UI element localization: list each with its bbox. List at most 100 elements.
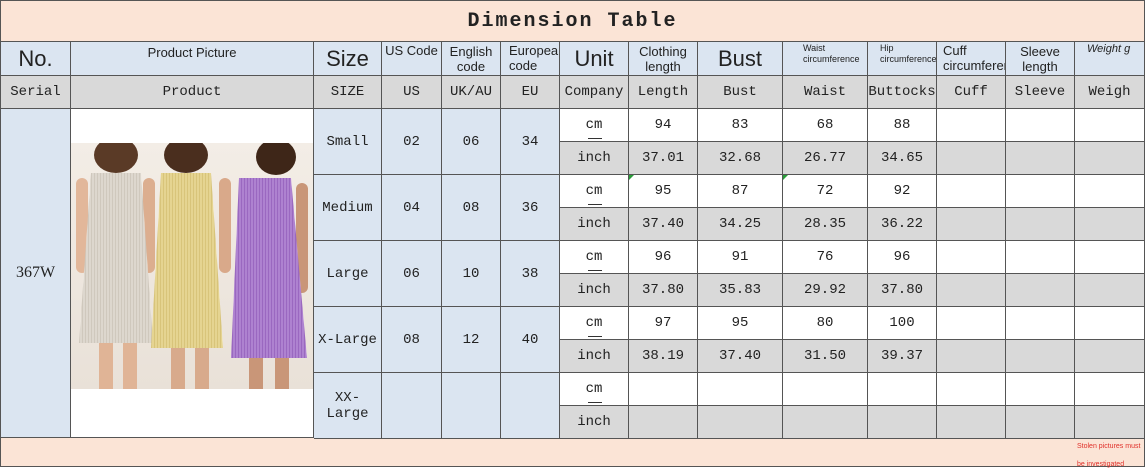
empty-cell — [1075, 142, 1145, 175]
cm-value: 96 — [629, 241, 698, 274]
footer-row — [0, 438, 1145, 467]
empty-cell — [937, 208, 1006, 241]
inch-value: 37.80 — [868, 274, 937, 307]
cm-value: 76 — [783, 241, 868, 274]
header-english-code: English code — [442, 42, 501, 76]
inch-value: 38.19 — [629, 340, 698, 373]
empty-cell — [937, 274, 1006, 307]
cm-value: 83 — [698, 109, 783, 142]
uk-size: 12 — [442, 307, 501, 373]
cm-value — [698, 373, 783, 406]
uk-size: 08 — [442, 175, 501, 241]
empty-cell — [1075, 340, 1145, 373]
us-size: 02 — [382, 109, 442, 175]
subheader-bust: Bust — [698, 76, 783, 109]
header-sleeve: Sleeve length — [1006, 42, 1075, 76]
cell-comment-marker — [629, 175, 634, 180]
subheader-weigh: Weigh — [1075, 76, 1145, 109]
subheader-sleeve: Sleeve — [1006, 76, 1075, 109]
cm-value: 80 — [783, 307, 868, 340]
empty-cell — [1006, 109, 1075, 142]
subheader-buttocks: Buttocks — [868, 76, 937, 109]
uk-size: 06 — [442, 109, 501, 175]
inch-value: 32.68 — [698, 142, 783, 175]
empty-cell — [937, 175, 1006, 208]
inch-value: 34.25 — [698, 208, 783, 241]
cm-underline-mark — [588, 138, 602, 139]
empty-cell — [1006, 175, 1075, 208]
size-label: X-Large — [314, 307, 382, 373]
empty-cell — [1075, 109, 1145, 142]
cm-value: 96 — [868, 241, 937, 274]
inch-value: 37.01 — [629, 142, 698, 175]
empty-cell — [1075, 175, 1145, 208]
eu-size: 34 — [501, 109, 560, 175]
empty-cell — [1006, 406, 1075, 439]
cm-value: 100 — [868, 307, 937, 340]
cm-underline-mark — [588, 336, 602, 337]
inch-value: 29.92 — [783, 274, 868, 307]
subheader-product: Product — [71, 76, 314, 109]
fringe-dress-image — [71, 143, 313, 389]
inch-value — [783, 406, 868, 439]
empty-cell — [1075, 373, 1145, 406]
serial-value: 367W — [0, 109, 71, 438]
size-label: XX-Large — [314, 373, 382, 439]
empty-cell — [1006, 241, 1075, 274]
empty-cell — [937, 241, 1006, 274]
header-size: Size — [314, 42, 382, 76]
inch-value: 35.83 — [698, 274, 783, 307]
cm-value — [783, 373, 868, 406]
cell-comment-marker — [783, 175, 788, 180]
us-size — [382, 373, 442, 439]
subheader-us: US — [382, 76, 442, 109]
unit-inch: inch — [560, 274, 629, 307]
cm-value: 88 — [868, 109, 937, 142]
inch-value: 39.37 — [868, 340, 937, 373]
empty-cell — [937, 340, 1006, 373]
unit-inch: inch — [560, 208, 629, 241]
header-unit: Unit — [560, 42, 629, 76]
uk-size — [442, 373, 501, 439]
inch-value: 31.50 — [783, 340, 868, 373]
unit-inch: inch — [560, 406, 629, 439]
size-label: Small — [314, 109, 382, 175]
empty-cell — [1075, 406, 1145, 439]
footer-note: Stolen pictures must be investigated — [1077, 443, 1141, 468]
empty-cell — [1075, 274, 1145, 307]
product-photo — [71, 143, 313, 389]
size-label: Large — [314, 241, 382, 307]
cm-value: 72 — [783, 175, 868, 208]
eu-size: 40 — [501, 307, 560, 373]
cm-value: 95 — [698, 307, 783, 340]
header-cuff: Cuff circumference — [937, 42, 1006, 76]
header-us-code: US Code — [382, 42, 442, 76]
header-hip: Hip circumference — [868, 42, 937, 76]
cm-value: 68 — [783, 109, 868, 142]
subheader-uk-au: UK/AU — [442, 76, 501, 109]
eu-size: 36 — [501, 175, 560, 241]
unit-inch: inch — [560, 340, 629, 373]
subheader-serial: Serial — [0, 76, 71, 109]
header-weight: Weight g — [1075, 42, 1145, 76]
inch-value: 36.22 — [868, 208, 937, 241]
empty-cell — [937, 373, 1006, 406]
empty-cell — [1006, 208, 1075, 241]
cm-underline-mark — [588, 270, 602, 271]
eu-size: 38 — [501, 241, 560, 307]
empty-cell — [1006, 340, 1075, 373]
cm-value: 97 — [629, 307, 698, 340]
subheader-company: Company — [560, 76, 629, 109]
cm-value: 91 — [698, 241, 783, 274]
us-size: 04 — [382, 175, 442, 241]
us-size: 08 — [382, 307, 442, 373]
empty-cell — [937, 142, 1006, 175]
inch-value: 37.80 — [629, 274, 698, 307]
empty-cell — [1075, 307, 1145, 340]
empty-cell — [1075, 208, 1145, 241]
unit-inch: inch — [560, 142, 629, 175]
empty-cell — [937, 109, 1006, 142]
cm-underline-mark — [588, 402, 602, 403]
inch-value: 26.77 — [783, 142, 868, 175]
header-clothing-length: Clothing length — [629, 42, 698, 76]
